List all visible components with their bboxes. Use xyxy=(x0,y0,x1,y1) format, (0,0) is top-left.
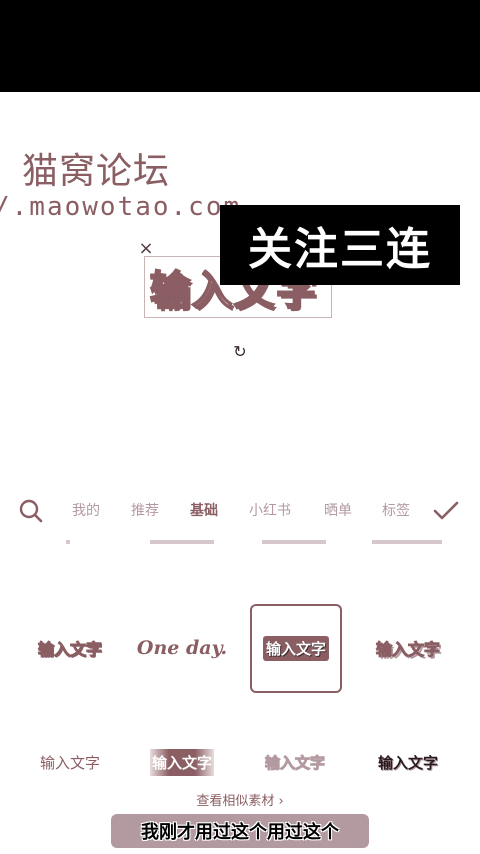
check-icon[interactable] xyxy=(432,498,460,524)
style-sample-text: 输入文字 xyxy=(377,753,438,772)
style-sample-text: 输入文字 xyxy=(264,753,325,772)
video-subtitle-text: 我刚才用过这个用过这个 xyxy=(141,822,339,843)
style-option-badge[interactable]: 输入文字 xyxy=(250,604,342,693)
style-sample-text: 输入文字 xyxy=(39,753,100,772)
video-subtitle: 我刚才用过这个用过这个 xyxy=(111,814,369,848)
style-sample-text: 输入文字 xyxy=(262,636,329,661)
tab-basic[interactable]: 基础 xyxy=(190,500,218,520)
style-sample-text: 输入文字 xyxy=(37,640,102,660)
tab-shaidan[interactable]: 晒单 xyxy=(324,500,352,520)
tab-recommend[interactable]: 推荐 xyxy=(131,500,159,520)
rotate-icon[interactable]: ↻ xyxy=(230,342,250,362)
style-sample-text: 输入文字 xyxy=(375,640,440,660)
tab-label[interactable]: 标签 xyxy=(382,500,410,520)
style-option-serif[interactable]: One day. xyxy=(132,620,232,676)
watermark-title: 猫窝论坛 xyxy=(22,151,171,192)
close-icon[interactable]: × xyxy=(137,240,155,258)
tab-mine[interactable]: 我的 xyxy=(72,500,100,520)
style-option-plain[interactable]: 输入文字 xyxy=(20,740,120,784)
view-similar-link[interactable]: 查看相似素材 › xyxy=(0,790,480,809)
style-sample-text: 输入文字 xyxy=(149,748,214,776)
search-icon[interactable] xyxy=(18,498,44,524)
style-option-shadow[interactable]: 输入文字 xyxy=(358,620,458,676)
overlay-banner-text: 关注三连 xyxy=(248,224,432,275)
watermark-url: /.maowotao.com xyxy=(0,192,242,222)
style-option-light[interactable]: 输入文字 xyxy=(245,740,345,784)
style-option-outline[interactable]: 输入文字 xyxy=(20,620,120,676)
tab-xiaohongshu[interactable]: 小红书 xyxy=(249,500,291,520)
style-sample-text: One day. xyxy=(136,637,228,659)
overlay-banner: 关注三连 xyxy=(220,205,460,285)
partial-style-row xyxy=(0,536,480,550)
style-option-gradient[interactable]: 输入文字 xyxy=(132,740,232,784)
style-option-dark[interactable]: 输入文字 xyxy=(358,740,458,784)
top-black-bar xyxy=(0,0,480,92)
